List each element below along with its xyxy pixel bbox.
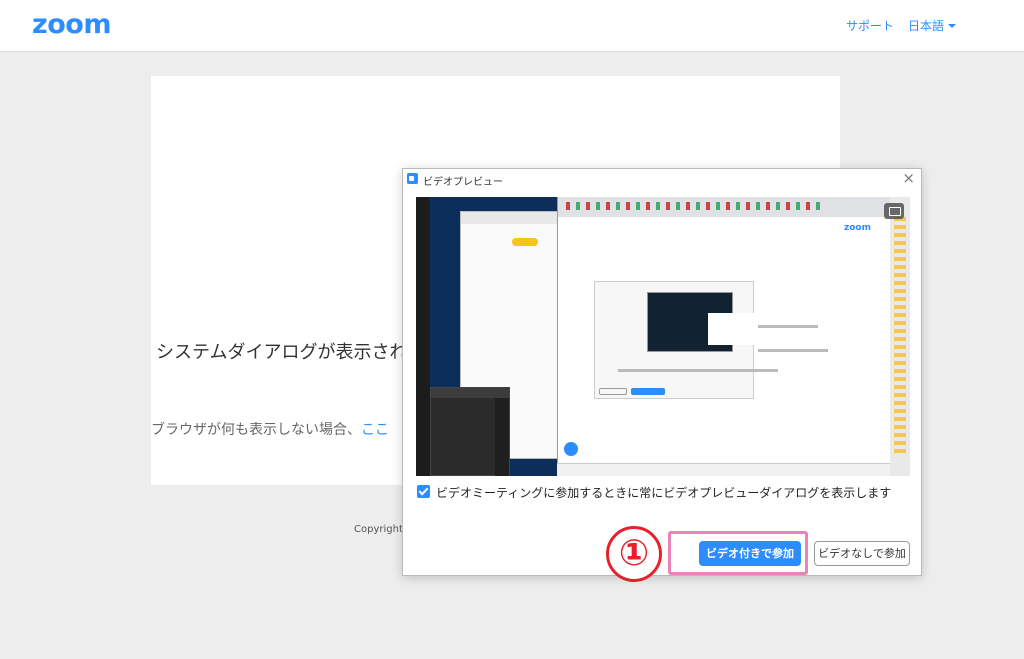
video-preview-dialog: ビデオプレビュー × zoom ビデオミーティングに参加するときに常にビデオプレ… (402, 168, 922, 576)
zoom-app-icon (407, 173, 418, 184)
preview-window-titlebar (461, 212, 557, 224)
video-preview: zoom (416, 197, 910, 476)
preview-nested-dark (647, 292, 762, 352)
preview-nested-button-blue (631, 388, 665, 395)
page-sub-text: ブラウザが何も表示しない場合、ここ (151, 419, 389, 439)
preview-browser-tabs (566, 202, 826, 210)
zoom-logo[interactable]: zoom (32, 9, 111, 40)
preview-right-toolbar (890, 197, 910, 476)
sub-text: ブラウザが何も表示しない場合、 (151, 422, 361, 438)
preview-editor-window (430, 387, 510, 476)
preview-browser-chrome (558, 197, 891, 217)
checkbox-checked-icon[interactable] (417, 485, 430, 498)
switch-camera-icon[interactable] (884, 203, 904, 219)
preview-text-line (758, 349, 828, 352)
preview-badge (512, 238, 538, 246)
close-icon[interactable]: × (902, 169, 915, 187)
dialog-title: ビデオプレビュー (423, 177, 503, 188)
join-with-video-button[interactable]: ビデオ付きで参加 (699, 541, 801, 566)
join-without-video-button[interactable]: ビデオなしで参加 (814, 541, 910, 566)
chevron-down-icon (948, 24, 957, 28)
header: zoom サポート 日本語 (0, 0, 1024, 52)
preview-zoom-logo: zoom (844, 223, 871, 233)
checkbox-label: ビデオミーティングに参加するときに常にビデオプレビューダイアログを表示します (436, 486, 892, 500)
preview-toolbar-icons (894, 217, 906, 457)
language-selector[interactable]: 日本語 (908, 17, 957, 34)
preview-nested-screen (594, 281, 762, 399)
preview-editor-bar (431, 388, 509, 398)
preview-bottom-bar (557, 463, 891, 476)
preview-nested-button (599, 388, 627, 395)
preview-taskbar (416, 197, 430, 476)
preview-editor-tools (495, 398, 509, 476)
nav-support-link[interactable]: サポート (846, 17, 894, 34)
step-number-badge: ① (606, 526, 662, 582)
preview-camera-icon (564, 442, 578, 456)
preview-browser-window: zoom (557, 197, 891, 463)
page-heading: システムダイアログが表示され (156, 342, 408, 363)
preview-nested-white (708, 313, 762, 345)
preview-text-line (758, 325, 818, 328)
preview-text-line (618, 369, 778, 372)
language-label: 日本語 (908, 19, 945, 33)
launch-link[interactable]: ここ (361, 422, 389, 438)
